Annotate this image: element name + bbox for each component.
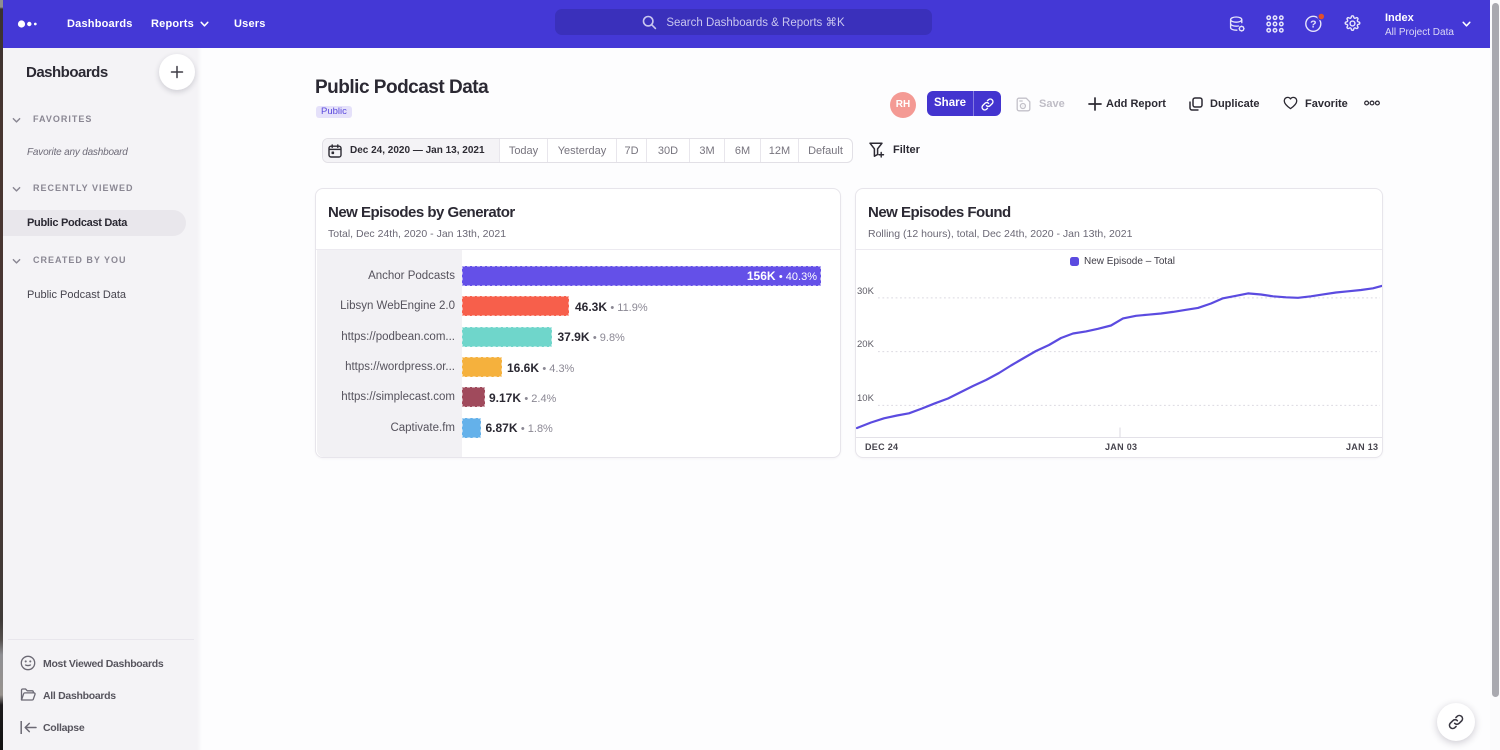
svg-text:?: ?: [1310, 19, 1316, 31]
